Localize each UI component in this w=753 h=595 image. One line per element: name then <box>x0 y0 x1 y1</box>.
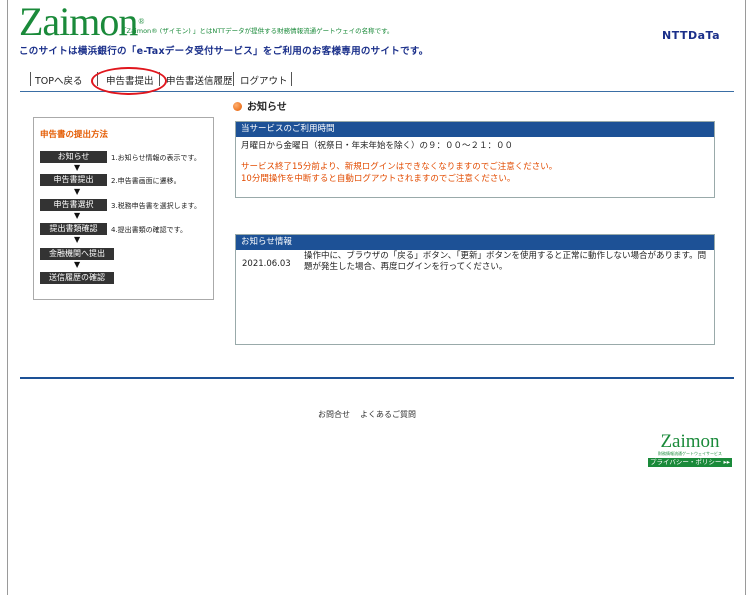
down-arrow-icon: ▼ <box>74 211 81 220</box>
highlight-annotation <box>91 67 167 95</box>
step-submit: 申告書提出 <box>40 174 107 186</box>
login-warning: サービス終了15分前より、新規ログインはできなくなりますのでご注意ください。 <box>241 162 558 172</box>
contact-link[interactable]: お問合せ <box>318 410 350 419</box>
service-hours-panel: 当サービスのご利用時間 月曜日から金曜日（祝祭日・年末年始を除く）の９：００～２… <box>235 121 715 198</box>
privacy-policy-link[interactable]: プライバシー・ポリシー ▸▸ <box>648 458 732 467</box>
nav-top-link[interactable]: TOPへ戻る <box>35 73 83 87</box>
nav-separator <box>233 72 234 86</box>
header-tagline: 「Zaimon® (ザイモン) 」とはNTTデータが提供する財務情報流通ゲートウ… <box>120 27 394 35</box>
service-hours-heading: 当サービスのご利用時間 <box>236 122 714 137</box>
news-date: 2021.06.03 <box>242 259 291 269</box>
down-arrow-icon: ▼ <box>74 187 81 196</box>
news-panel: お知らせ情報 2021.06.03 操作中に、ブラウザの「戻る」ボタン、「更新」… <box>235 234 715 345</box>
service-hours-text: 月曜日から金曜日（祝祭日・年末年始を除く）の９：００～２１：００ <box>241 141 514 151</box>
submission-guide-panel: 申告書の提出方法 お知らせ 1.お知らせ情報の表示です。 ▼ 申告書提出 2.申… <box>33 117 214 300</box>
nav-separator <box>30 72 31 86</box>
step-history: 送信履歴の確認 <box>40 272 114 284</box>
step-desc: 2.申告書画面に遷移。 <box>111 177 181 185</box>
footer-links: お問合せ よくあるご質問 <box>318 409 426 420</box>
page-title: お知らせ <box>233 98 287 113</box>
step-confirm: 提出書類確認 <box>40 223 107 235</box>
news-heading: お知らせ情報 <box>236 235 714 250</box>
step-desc: 3.税務申告書を選択します。 <box>111 202 201 210</box>
step-desc: 1.お知らせ情報の表示です。 <box>111 154 201 162</box>
guide-title: 申告書の提出方法 <box>40 130 109 140</box>
faq-link[interactable]: よくあるご質問 <box>360 410 416 419</box>
down-arrow-icon: ▼ <box>74 260 81 269</box>
badge-logo: Zaimon <box>660 431 720 452</box>
down-arrow-icon: ▼ <box>74 235 81 244</box>
footer-divider <box>20 377 734 379</box>
nav-history-link[interactable]: 申告書送信履歴 <box>166 73 233 87</box>
badge-subtitle: 財務情報流通ゲートウェイサービス <box>658 451 722 456</box>
step-send-bank: 金融機関へ提出 <box>40 248 114 260</box>
nav-logout-link[interactable]: ログアウト <box>240 73 288 87</box>
step-select: 申告書選択 <box>40 199 107 211</box>
site-notice: このサイトは横浜銀行の「e-Taxデータ受付サービス」をご利用のお客様専用のサイ… <box>19 46 429 57</box>
step-notice: お知らせ <box>40 151 107 163</box>
frame-border-left <box>7 0 8 595</box>
frame-border-right <box>745 0 746 595</box>
logout-warning: 10分間操作を中断すると自動ログアウトされますのでご注意ください。 <box>241 174 516 184</box>
step-desc: 4.提出書類の確認です。 <box>111 226 187 234</box>
bullet-icon <box>233 102 242 111</box>
news-text: 操作中に、ブラウザの「戻る」ボタン、「更新」ボタンを使用すると正常に動作しない場… <box>304 251 707 272</box>
nav-separator <box>291 72 292 86</box>
zaimon-logo: Zaimon® <box>19 0 145 44</box>
nttdata-logo: NTTDaTa <box>662 29 721 42</box>
down-arrow-icon: ▼ <box>74 163 81 172</box>
zaimon-badge[interactable]: Zaimon 財務情報流通ゲートウェイサービス プライバシー・ポリシー ▸▸ <box>648 431 732 467</box>
